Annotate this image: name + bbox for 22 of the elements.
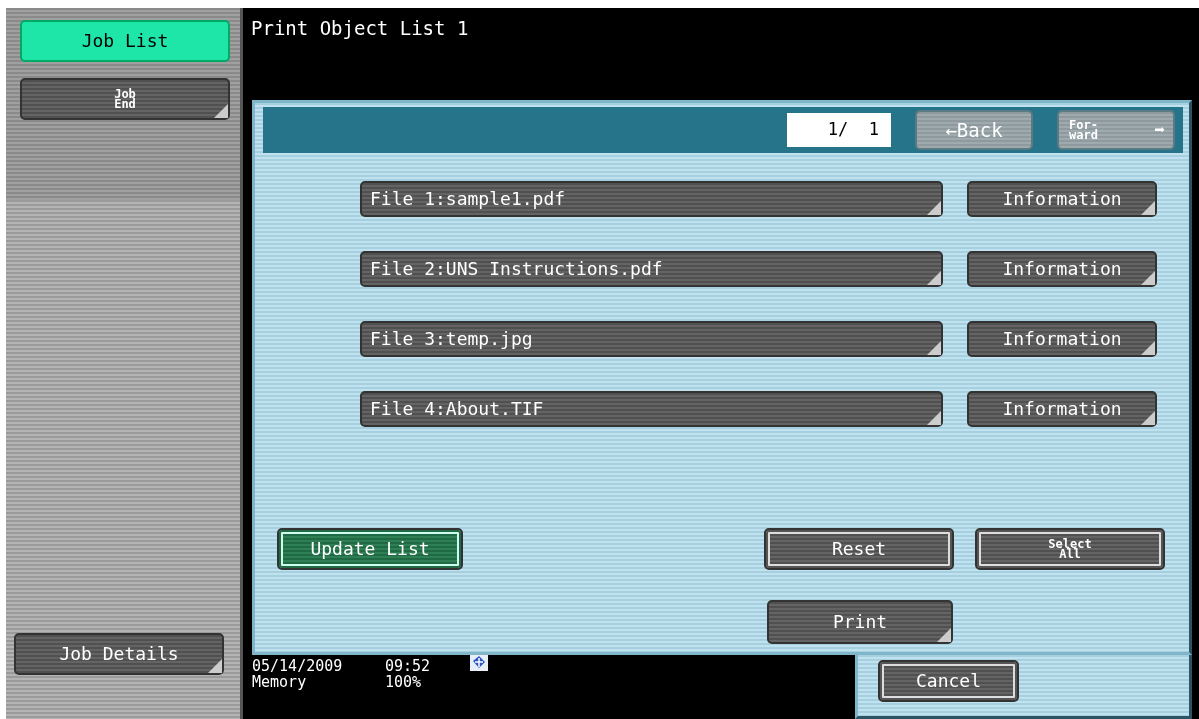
print-button[interactable]: Print [767, 600, 953, 644]
file-button[interactable]: File 3:temp.jpg [360, 321, 943, 357]
update-list-button[interactable]: Update List [277, 528, 463, 570]
job-details-button[interactable]: Job Details [14, 633, 224, 675]
memory-value: 100% [385, 674, 423, 691]
action-button[interactable]: Select All [975, 528, 1165, 570]
sidebar-button[interactable]: Job End [20, 78, 230, 120]
information-button[interactable]: Information [967, 391, 1157, 427]
file-button[interactable]: File 1:sample1.pdf [360, 181, 943, 217]
information-button[interactable]: Information [967, 181, 1157, 217]
time-text: 09:52 [385, 659, 432, 675]
window-title: Print Object List 1 [250, 16, 470, 41]
information-button[interactable]: Information [967, 251, 1157, 287]
file-button[interactable]: File 4:About.TIF [360, 391, 943, 427]
file-button[interactable]: File 2:UNS Instructions.pdf [360, 251, 943, 287]
information-button[interactable]: Information [967, 321, 1157, 357]
cancel-button[interactable]: Cancel [878, 660, 1019, 702]
page-indicator: 1/ 1 [787, 113, 891, 147]
date-text: 05/14/2009 [252, 659, 344, 675]
memory-label: Memory [252, 674, 308, 691]
action-button[interactable]: Reset [764, 528, 954, 570]
sidebar-button[interactable]: Job List [20, 20, 230, 62]
